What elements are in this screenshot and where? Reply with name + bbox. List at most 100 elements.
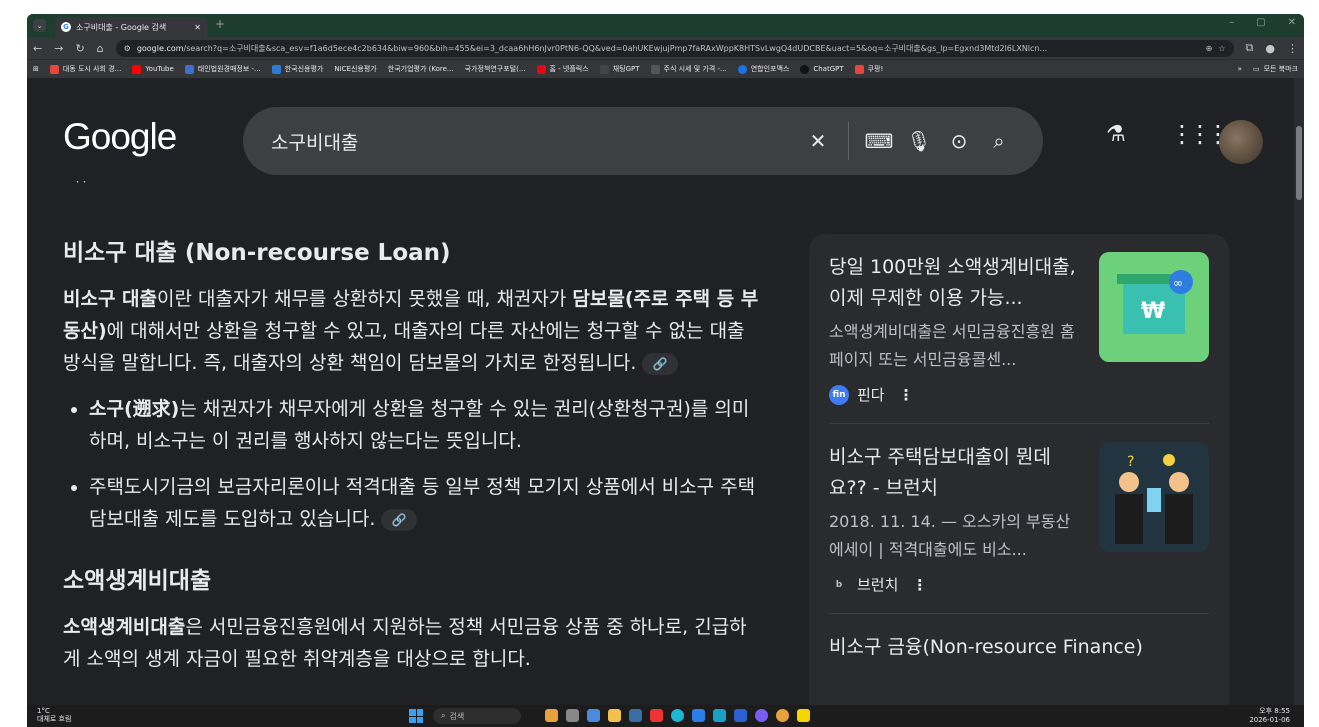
keyboard-icon[interactable]: ⌨ xyxy=(859,129,899,153)
back-icon[interactable]: ← xyxy=(33,42,42,55)
google-logo[interactable]: Google xyxy=(63,116,177,158)
bookmark-item[interactable]: 대동 도시 사회 경... xyxy=(49,64,121,74)
taskbar-search[interactable]: ⌕ 검색 xyxy=(433,708,521,724)
app-icon[interactable] xyxy=(734,709,747,722)
chrome-icon[interactable] xyxy=(776,709,789,722)
chatgpt-icon xyxy=(599,64,609,74)
bookmark-item[interactable]: 한국기업평가 (Kore... xyxy=(388,64,454,74)
search-divider xyxy=(848,122,849,160)
close-tab-icon[interactable]: ✕ xyxy=(194,23,201,32)
bookmark-item[interactable]: 쿠팡! xyxy=(854,64,883,74)
app-icon[interactable] xyxy=(713,709,726,722)
ai-overview: 비소구 대출 (Non-recourse Loan) 비소구 대출이란 대출자가… xyxy=(63,233,763,675)
card-source: b 브런치 ⋮ xyxy=(829,574,1085,595)
bookmark-item[interactable]: 국가정책연구포털(... xyxy=(465,64,526,74)
google-apps-icon[interactable]: ⋮⋮⋮ xyxy=(1170,120,1230,148)
bookmark-item[interactable]: NICE신용평가 xyxy=(334,64,376,74)
profile-icon[interactable]: ● xyxy=(1265,42,1275,55)
source-link-icon[interactable]: 🔗 xyxy=(381,508,418,531)
bookmark-favicon-icon xyxy=(650,64,660,74)
bookmark-item[interactable]: ChatGPT xyxy=(800,64,844,74)
card-snippet: 소액생계비대출은 서민금융진흥원 홈페이지 또는 서민금융콜센... xyxy=(829,322,1075,369)
google-favicon-icon: G xyxy=(61,22,71,32)
bookmark-item[interactable]: 태인법원경매정보 -... xyxy=(184,64,261,74)
scrollbar-thumb[interactable] xyxy=(1296,126,1302,200)
clock[interactable]: 오후 8:55 2026-01-06 xyxy=(1249,707,1290,725)
app-icon[interactable] xyxy=(692,709,705,722)
all-bookmarks-folder[interactable]: ▭ 모든 북마크 xyxy=(1253,64,1298,74)
app-icon[interactable] xyxy=(629,709,642,722)
extensions-icon[interactable]: ⧉ xyxy=(1246,41,1254,55)
close-window-icon[interactable]: ✕ xyxy=(1288,17,1296,28)
page-content: Google 소구비대출 ✕ ⌨ 🎙 ⊙ ⌕ ⚗ ⋮⋮⋮ ˙˙ 비소구 대출 (… xyxy=(27,78,1294,714)
clear-icon[interactable]: ✕ xyxy=(798,129,838,153)
kakaotalk-icon[interactable] xyxy=(797,709,810,722)
start-button[interactable] xyxy=(409,709,423,723)
avatar[interactable] xyxy=(1219,120,1263,164)
source-card[interactable]: 당일 100만원 소액생계비대출, 이제 무제한 이용 가능... 소액생계비대… xyxy=(829,252,1209,424)
weather-widget[interactable]: 1°C 대체로 흐림 xyxy=(37,707,71,723)
svg-text:₩: ₩ xyxy=(1141,299,1165,324)
source-link-icon[interactable]: 🔗 xyxy=(642,352,679,375)
bookmark-item[interactable]: 주식 시세 및 가격 -... xyxy=(650,64,727,74)
minimize-icon[interactable]: – xyxy=(1229,17,1234,28)
window-controls: – ▢ ✕ xyxy=(1229,17,1296,28)
new-tab-button[interactable]: + xyxy=(215,17,225,31)
search-box[interactable]: 소구비대출 ✕ ⌨ 🎙 ⊙ ⌕ xyxy=(243,107,1043,175)
app-icon[interactable] xyxy=(587,709,600,722)
url-path: /search?q=소구비대출&sca_esv=f1a6d5ece4c2b634… xyxy=(183,43,1048,53)
url-domain: google.com xyxy=(136,43,184,53)
list-item: 주택도시기금의 보금자리론이나 적격대출 등 일부 정책 모기지 상품에서 비소… xyxy=(89,471,763,535)
zoom-icon[interactable]: ⊕ xyxy=(1206,44,1213,53)
card-thumbnail[interactable]: ₩ ∞ xyxy=(1099,252,1209,362)
app-icon[interactable] xyxy=(755,709,768,722)
paragraph: 소액생계비대출은 서민금융진흥원에서 지원하는 정책 서민금융 상품 중 하나로… xyxy=(63,616,747,670)
source-card[interactable]: 비소구 주택담보대출이 뭔데요?? - 브런치 2018. 11. 14. — … xyxy=(829,442,1209,614)
apps-grid-icon[interactable]: ⊞ xyxy=(33,65,39,73)
paragraph: 비소구 대출이란 대출자가 채무를 상환하지 못했을 때, 채권자가 담보물(주… xyxy=(63,288,759,375)
microphone-icon[interactable]: 🎙 xyxy=(899,129,939,153)
bookmark-item[interactable]: 채팅GPT xyxy=(599,64,640,74)
more-bookmarks-icon[interactable]: » xyxy=(1238,65,1242,73)
search-input[interactable]: 소구비대출 xyxy=(271,128,798,155)
money-pouch-icon: ₩∞ xyxy=(1117,270,1193,334)
active-tab[interactable]: G 소구비대출 - Google 검색 ✕ xyxy=(55,17,207,37)
site-info-icon[interactable]: ⚙ xyxy=(124,44,131,53)
forward-icon[interactable]: → xyxy=(54,42,63,55)
bookmark-star-icon[interactable]: ☆ xyxy=(1218,44,1225,53)
ellipsis-text: ˙˙ xyxy=(74,180,88,196)
menu-icon[interactable]: ⋮ xyxy=(1287,42,1298,55)
tab-strip: ⌄ G 소구비대출 - Google 검색 ✕ + – ▢ ✕ xyxy=(27,14,1304,37)
reload-icon[interactable]: ↻ xyxy=(75,42,84,55)
card-title[interactable]: 비소구 주택담보대출이 뭔데요?? - 브런치 xyxy=(829,442,1085,504)
browser-window: ⌄ G 소구비대출 - Google 검색 ✕ + – ▢ ✕ ← → ↻ ⌂ … xyxy=(27,14,1304,727)
scrollbar[interactable] xyxy=(1294,78,1304,714)
lens-icon[interactable]: ⊙ xyxy=(939,129,979,153)
browser-toolbar: ← → ↻ ⌂ ⚙ google.com/search?q=소구비대출&sca_… xyxy=(27,37,1304,59)
folder-icon[interactable] xyxy=(608,709,621,722)
address-bar[interactable]: ⚙ google.com/search?q=소구비대출&sca_esv=f1a6… xyxy=(115,39,1234,57)
app-icon[interactable] xyxy=(650,709,663,722)
bookmark-item[interactable]: 한국신용평가 xyxy=(271,64,323,74)
more-options-icon[interactable]: ⋮ xyxy=(912,576,927,594)
labs-flask-icon[interactable]: ⚗ xyxy=(1106,122,1126,147)
home-icon[interactable]: ⌂ xyxy=(97,42,104,55)
card-title[interactable]: 비소구 금융(Non-resource Finance) xyxy=(829,632,1209,659)
more-options-icon[interactable]: ⋮ xyxy=(899,386,914,404)
bookmark-favicon-icon xyxy=(271,64,281,74)
app-icon[interactable] xyxy=(566,709,579,722)
section-heading: 비소구 대출 (Non-recourse Loan) xyxy=(63,240,451,266)
svg-text:∞: ∞ xyxy=(1173,276,1183,290)
edge-icon[interactable] xyxy=(671,709,684,722)
card-thumbnail[interactable]: ? xyxy=(1099,442,1209,552)
bookmark-item[interactable]: 연합인포맥스 xyxy=(737,64,789,74)
app-icon[interactable] xyxy=(545,709,558,722)
search-icon[interactable]: ⌕ xyxy=(979,129,1019,153)
bookmark-item[interactable]: 홈 - 넷플릭스 xyxy=(536,64,589,74)
bookmark-item[interactable]: YouTube xyxy=(132,64,174,74)
maximize-icon[interactable]: ▢ xyxy=(1256,17,1265,28)
card-title[interactable]: 당일 100만원 소액생계비대출, 이제 무제한 이용 가능... xyxy=(829,252,1085,314)
bookmarks-bar: ⊞ 대동 도시 사회 경... YouTube 태인법원경매정보 -... 한국… xyxy=(27,59,1304,78)
chatgpt-icon xyxy=(800,64,810,74)
tab-search-button[interactable]: ⌄ xyxy=(33,19,46,32)
